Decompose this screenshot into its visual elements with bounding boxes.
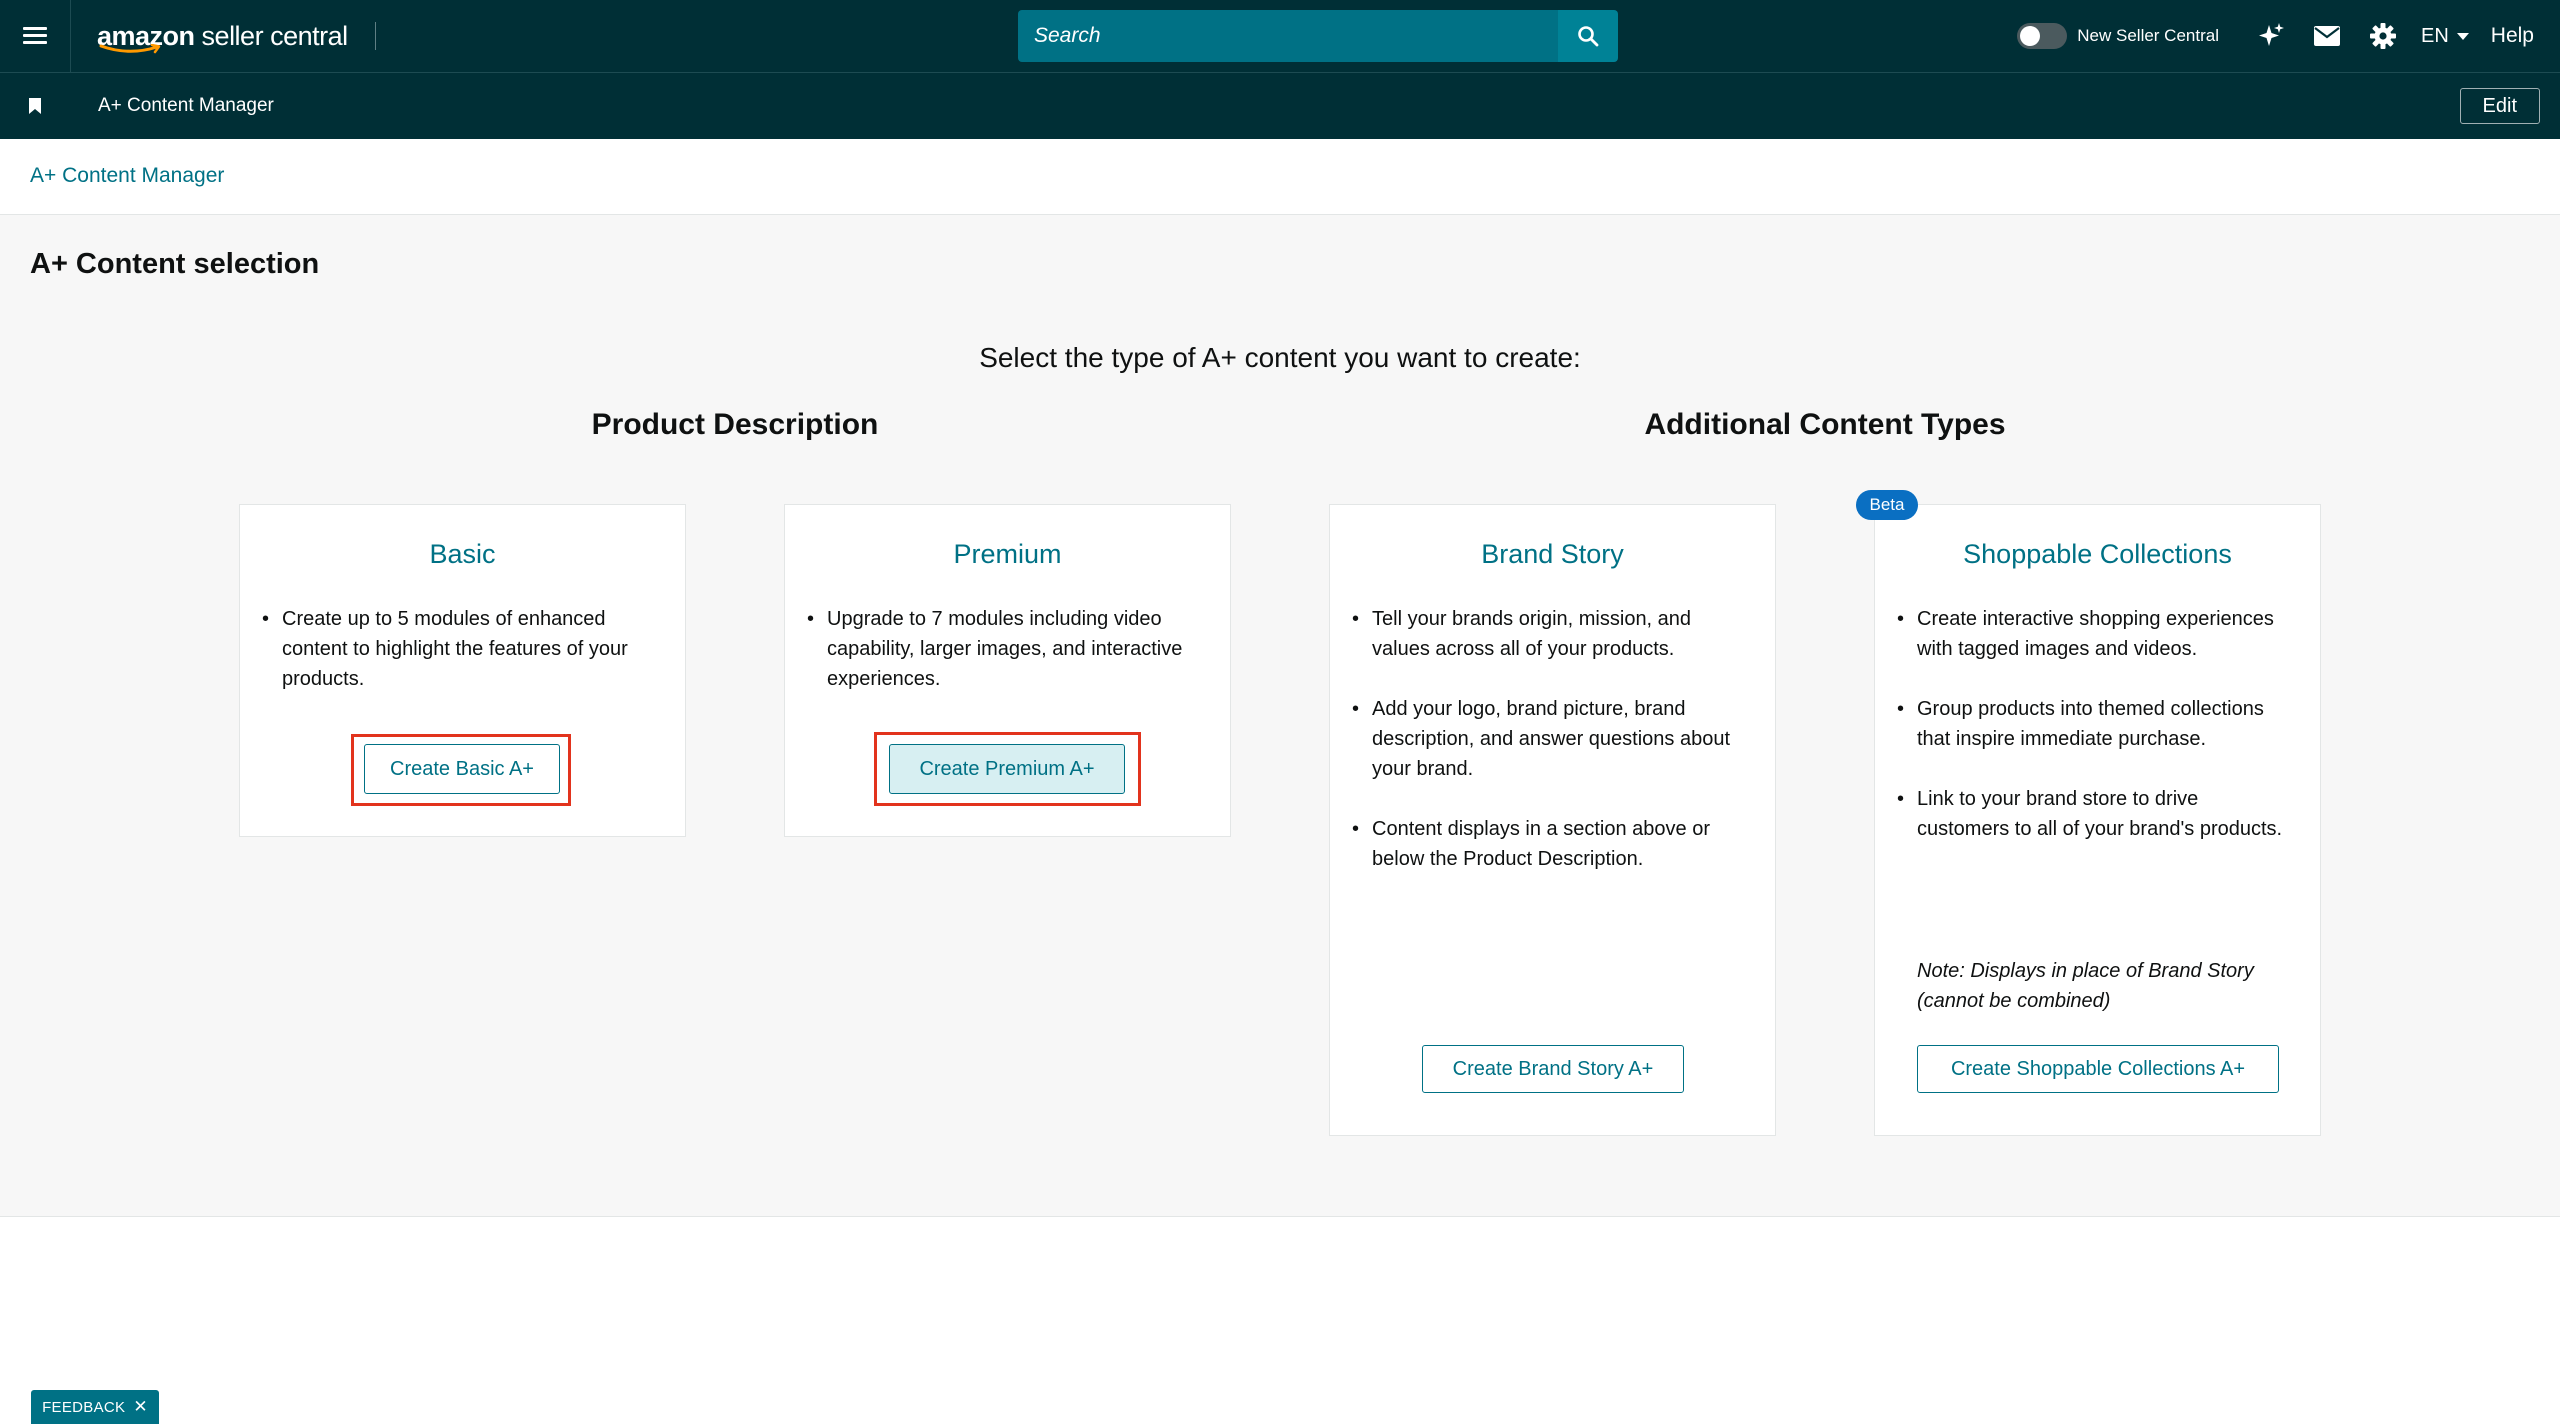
amazon-smile-icon xyxy=(99,44,161,54)
basic-card-bullets: Create up to 5 modules of enhanced conte… xyxy=(262,604,655,724)
list-item: Upgrade to 7 modules including video cap… xyxy=(807,604,1200,694)
logo-product: seller central xyxy=(201,20,349,51)
top-navigation-bar: amazon seller central New Seller Central xyxy=(0,0,2560,72)
search-icon xyxy=(1578,26,1599,47)
list-item: Add your logo, brand picture, brand desc… xyxy=(1352,694,1745,784)
seller-central-logo[interactable]: amazon seller central xyxy=(97,0,376,72)
feedback-button[interactable]: FEEDBACK ✕ xyxy=(31,1390,159,1424)
list-item: Create up to 5 modules of enhanced conte… xyxy=(262,604,655,694)
chevron-down-icon xyxy=(2456,32,2469,40)
feedback-label: FEEDBACK xyxy=(42,1398,126,1416)
logo-divider xyxy=(374,22,376,50)
list-item: Create interactive shopping experiences … xyxy=(1897,604,2290,664)
premium-card-bullets: Upgrade to 7 modules including video cap… xyxy=(807,604,1200,724)
header-actions: New Seller Central EN Help xyxy=(2017,0,2560,72)
toggle-label: New Seller Central xyxy=(2077,26,2219,45)
list-item: Group products into themed collections t… xyxy=(1897,694,2290,754)
additional-content-types-heading: Additional Content Types xyxy=(1644,408,2006,441)
list-item: Content displays in a section above or b… xyxy=(1352,814,1745,874)
product-description-heading: Product Description xyxy=(591,408,879,441)
hamburger-icon xyxy=(23,27,47,45)
mail-icon xyxy=(2314,26,2340,46)
help-link[interactable]: Help xyxy=(2491,24,2534,48)
brand-story-card-bullets: Tell your brands origin, mission, and va… xyxy=(1352,604,1745,904)
beta-badge: Beta xyxy=(1856,490,1918,520)
ai-assistant-button[interactable] xyxy=(2243,0,2299,72)
basic-card-title: Basic xyxy=(429,539,496,569)
breadcrumb: A+ Content Manager xyxy=(0,139,2560,215)
brand-story-card-title: Brand Story xyxy=(1481,539,1624,569)
toggle-knob xyxy=(2020,26,2041,46)
bookmark-a-plus-content-manager[interactable]: A+ Content Manager xyxy=(98,95,274,117)
premium-card-title: Premium xyxy=(953,539,1062,569)
new-seller-central-toggle[interactable] xyxy=(2017,23,2068,49)
bookmark-bar: A+ Content Manager Edit xyxy=(0,72,2560,139)
shoppable-collections-card: Shoppable Collections Create interactive… xyxy=(1874,504,2321,1136)
create-premium-button[interactable]: Create Premium A+ xyxy=(889,744,1125,794)
sparkle-icon xyxy=(2259,23,2284,46)
page-title: A+ Content selection xyxy=(30,248,320,280)
shoppable-collections-card-bullets: Create interactive shopping experiences … xyxy=(1897,604,2290,874)
create-brand-story-button[interactable]: Create Brand Story A+ xyxy=(1422,1045,1684,1093)
close-icon[interactable]: ✕ xyxy=(133,1397,148,1417)
messages-button[interactable] xyxy=(2299,0,2355,72)
page-footer xyxy=(0,1216,2560,1424)
breadcrumb-a-plus-content-manager[interactable]: A+ Content Manager xyxy=(30,164,224,188)
menu-button[interactable] xyxy=(0,0,71,72)
language-label: EN xyxy=(2421,24,2449,47)
brand-story-card: Brand Story Tell your brands origin, mis… xyxy=(1329,504,1776,1136)
settings-button[interactable] xyxy=(2355,0,2411,72)
content-type-prompt: Select the type of A+ content you want t… xyxy=(979,342,1581,373)
bookmark-icon[interactable] xyxy=(28,97,42,115)
search-input[interactable] xyxy=(1018,10,1558,62)
list-item: Tell your brands origin, mission, and va… xyxy=(1352,604,1745,664)
gear-icon xyxy=(2370,23,2396,49)
create-shoppable-collections-button[interactable]: Create Shoppable Collections A+ xyxy=(1917,1045,2279,1093)
shoppable-collections-card-title: Shoppable Collections xyxy=(1963,539,2232,569)
search-button[interactable] xyxy=(1558,10,1618,62)
language-selector[interactable]: EN xyxy=(2421,25,2469,48)
list-item: Link to your brand store to drive custom… xyxy=(1897,784,2290,844)
create-basic-button[interactable]: Create Basic A+ xyxy=(364,744,560,794)
shoppable-collections-note: Note: Displays in place of Brand Story (… xyxy=(1917,960,2254,1012)
search-bar xyxy=(1018,10,1618,62)
edit-bookmarks-button[interactable]: Edit xyxy=(2459,88,2540,124)
